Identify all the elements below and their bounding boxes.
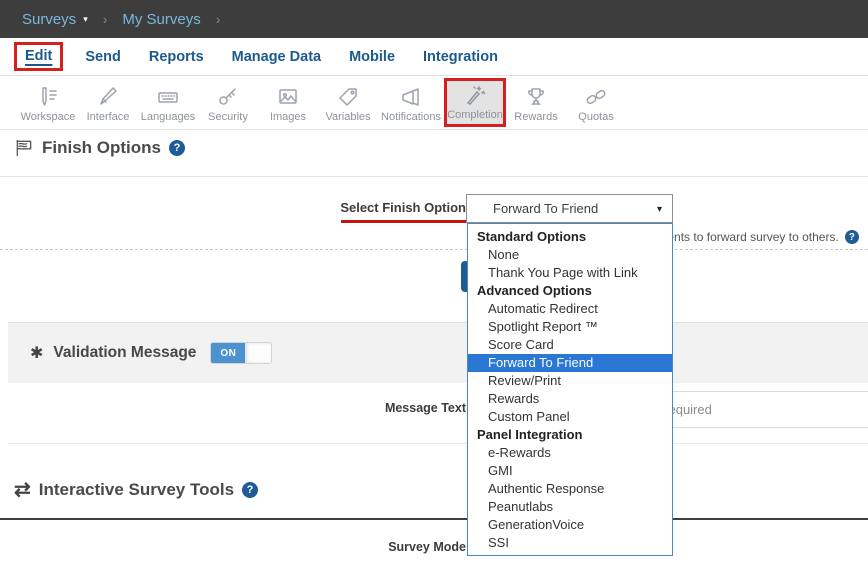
trophy-icon [524, 85, 548, 109]
dropdown-option[interactable]: None [468, 246, 672, 264]
chevron-down-icon[interactable]: ▾ [83, 14, 88, 25]
select-arrow-icon: ▾ [657, 204, 662, 215]
toolbar-item-variables[interactable]: Variables [318, 83, 378, 123]
validation-message-section: ✱ Validation Message ON [8, 322, 868, 383]
toolbar-item-label: Rewards [514, 111, 557, 123]
finish-option-select[interactable]: Forward To Friend ▾ [466, 194, 673, 223]
toolbar-item-languages[interactable]: Languages [138, 83, 198, 123]
chain-link-icon [584, 85, 608, 109]
tab-manage-data[interactable]: Manage Data [232, 49, 321, 65]
flag-icon [14, 138, 34, 158]
dropdown-option[interactable]: e-Rewards [468, 444, 672, 462]
survey-mode-label: Survey Mode [0, 540, 466, 554]
dropdown-option[interactable]: Review/Print [468, 372, 672, 390]
keyboard-icon [156, 85, 180, 109]
interactive-tools-header: ⇄ Interactive Survey Tools ? [14, 477, 258, 502]
pen-icon [96, 85, 120, 109]
toolbar-item-label: Languages [141, 111, 195, 123]
toolbar-item-label: Workspace [21, 111, 76, 123]
select-finish-option-label: Select Finish Option [0, 200, 466, 215]
toggle-knob [245, 343, 271, 363]
breadcrumb: Surveys ▾ › My Surveys › [22, 11, 235, 28]
toolbar-item-label: Variables [325, 111, 370, 123]
help-icon[interactable]: ? [845, 230, 859, 244]
asterisk-icon: ✱ [30, 343, 43, 363]
app-window: Surveys ▾ › My Surveys › Edit Send Repor… [0, 0, 868, 567]
swap-arrows-icon: ⇄ [14, 477, 31, 502]
toolbar-item-notifications[interactable]: Notifications [378, 83, 444, 123]
key-icon [216, 85, 240, 109]
dropdown-option[interactable]: Score Card [468, 336, 672, 354]
help-icon[interactable]: ? [169, 140, 185, 156]
dropdown-option[interactable]: Automatic Redirect [468, 300, 672, 318]
image-icon [276, 85, 300, 109]
toolbar-item-quotas[interactable]: Quotas [566, 83, 626, 123]
toolbar-item-rewards[interactable]: Rewards [506, 83, 566, 123]
breadcrumb-separator-icon: › [103, 11, 108, 27]
dropdown-group-header: Panel Integration [468, 426, 672, 444]
toolbar-item-security[interactable]: Security [198, 83, 258, 123]
dropdown-option[interactable]: Spotlight Report ™ [468, 318, 672, 336]
breadcrumb-surveys[interactable]: Surveys [22, 11, 76, 28]
magic-wand-icon [463, 83, 487, 107]
tab-integration[interactable]: Integration [423, 49, 498, 65]
top-navbar: Surveys ▾ › My Surveys › [0, 0, 868, 38]
toggle-on-label: ON [211, 343, 245, 363]
dropdown-option[interactable]: Authentic Response [468, 480, 672, 498]
toolbar-item-workspace[interactable]: Workspace [18, 83, 78, 123]
finish-option-selected-value: Forward To Friend [493, 201, 598, 216]
help-icon[interactable]: ? [242, 482, 258, 498]
dropdown-option[interactable]: Thank You Page with Link [468, 264, 672, 282]
tab-send[interactable]: Send [85, 49, 120, 65]
edit-toolbar: Workspace Interface Languages Security I… [0, 76, 868, 130]
dropdown-option[interactable]: SSI [468, 534, 672, 552]
validation-message-title: Validation Message [53, 344, 196, 362]
toolbar-item-label: Notifications [381, 111, 441, 123]
dropdown-option[interactable]: Peanutlabs [468, 498, 672, 516]
dashed-divider [0, 249, 868, 250]
toolbar-item-label: Completion [447, 109, 503, 121]
tab-mobile[interactable]: Mobile [349, 49, 395, 65]
annotation-underline [341, 220, 466, 223]
breadcrumb-my-surveys[interactable]: My Surveys [122, 11, 200, 28]
megaphone-icon [399, 85, 423, 109]
validation-message-toggle[interactable]: ON [210, 342, 272, 364]
dropdown-option[interactable]: GenerationVoice [468, 516, 672, 534]
main-tab-bar: Edit Send Reports Manage Data Mobile Int… [0, 38, 868, 76]
section-title: Interactive Survey Tools [39, 480, 234, 500]
tab-reports[interactable]: Reports [149, 49, 204, 65]
dropdown-option[interactable]: Rewards [468, 390, 672, 408]
tab-edit[interactable]: Edit [25, 48, 52, 64]
toolbar-item-images[interactable]: Images [258, 83, 318, 123]
toolbar-item-label: Images [270, 111, 306, 123]
toolbar-item-interface[interactable]: Interface [78, 83, 138, 123]
toolbar-item-label: Quotas [578, 111, 613, 123]
finish-option-dropdown-list: Standard Options None Thank You Page wit… [467, 223, 673, 556]
dropdown-group-header: Advanced Options [468, 282, 672, 300]
annotation-box-edit: Edit [14, 42, 63, 71]
message-text-label: Message Text [0, 401, 466, 415]
finish-options-header: Finish Options ? [14, 138, 185, 158]
section-divider-dark [0, 518, 868, 520]
dropdown-option-selected[interactable]: Forward To Friend [468, 354, 672, 372]
breadcrumb-separator-icon: › [216, 11, 221, 27]
dropdown-group-header: Standard Options [468, 228, 672, 246]
toolbar-item-label: Interface [87, 111, 130, 123]
tag-icon [336, 85, 360, 109]
toolbar-item-completion[interactable]: Completion [444, 78, 506, 127]
toolbar-item-label: Security [208, 111, 248, 123]
pencil-lines-icon [36, 85, 60, 109]
dropdown-option[interactable]: Custom Panel [468, 408, 672, 426]
section-divider [0, 176, 868, 177]
dropdown-option[interactable]: GMI [468, 462, 672, 480]
card-divider [8, 443, 868, 444]
section-title: Finish Options [42, 138, 161, 158]
